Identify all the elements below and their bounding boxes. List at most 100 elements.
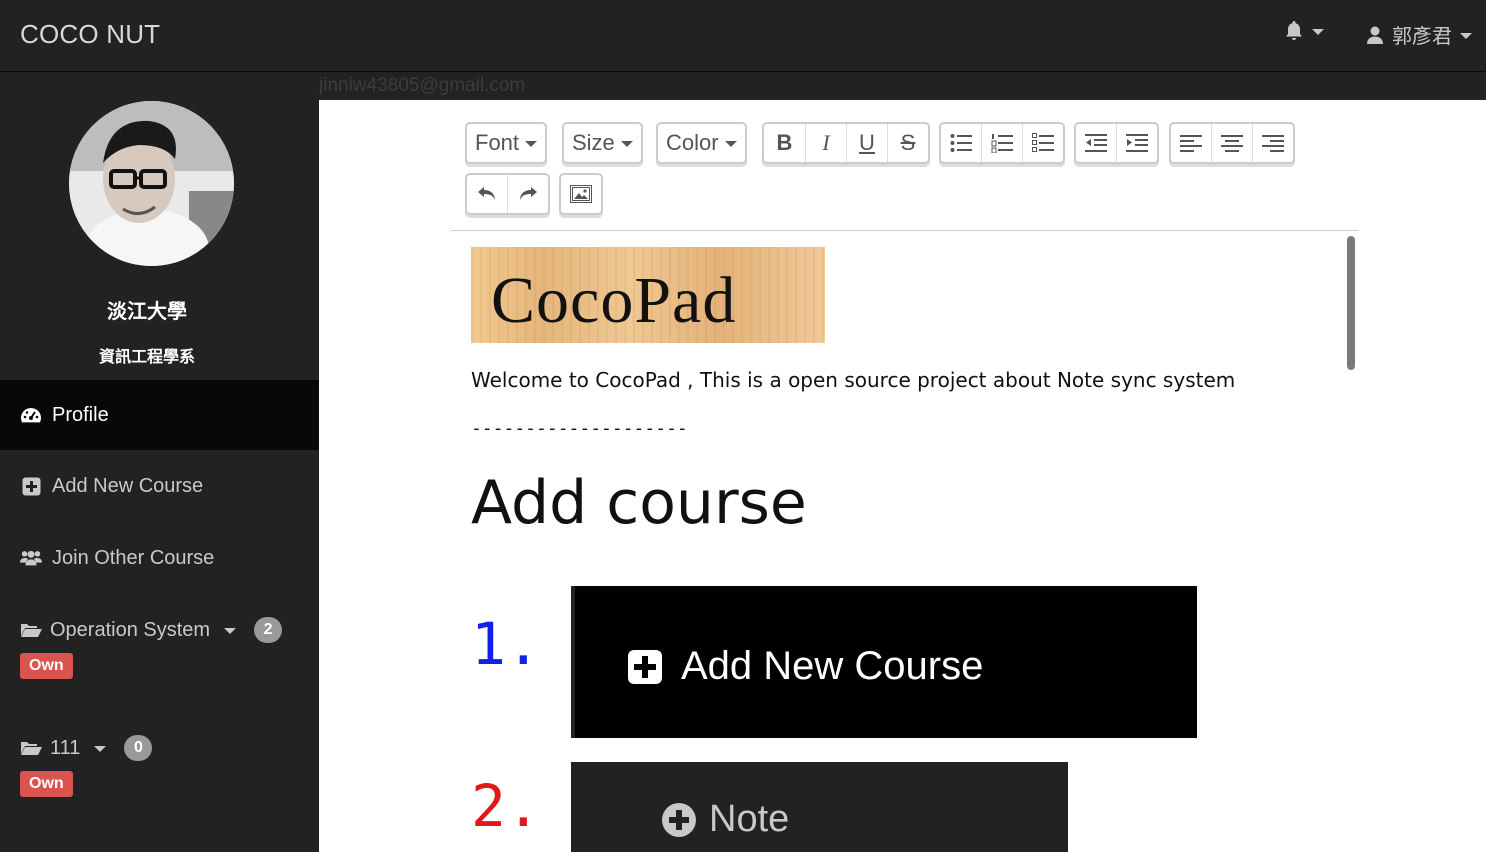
user-icon <box>1367 26 1383 44</box>
bold-button[interactable]: B <box>764 124 806 162</box>
image-icon <box>570 185 592 203</box>
chevron-down-icon <box>620 141 633 147</box>
align-left-button[interactable] <box>1171 124 1212 162</box>
user-name: 郭彥君 <box>1392 26 1452 48</box>
sidebar-item-profile[interactable]: Profile <box>0 380 319 450</box>
own-label: Own <box>20 771 73 797</box>
editor-scrollbar[interactable] <box>1347 236 1355 370</box>
sidebar-item-add-new-course[interactable]: Add New Course <box>0 451 319 521</box>
course-name: Operation System <box>50 618 211 641</box>
bullet-list-button[interactable] <box>941 124 982 162</box>
step-2-number: 2. <box>471 772 541 840</box>
text-style-group: B I U S <box>762 122 930 164</box>
course-111[interactable]: 111 0 Own <box>20 735 153 797</box>
bold-icon: B <box>776 130 793 155</box>
avatar-photo <box>69 101 234 266</box>
align-center-button[interactable] <box>1212 124 1253 162</box>
numbered-list-button[interactable] <box>982 124 1023 162</box>
font-button[interactable]: Font <box>467 124 545 162</box>
plus-square-icon <box>628 649 662 684</box>
sub-header-bar: jinniw43805@gmail.com <box>319 72 1486 100</box>
own-label: Own <box>20 653 73 679</box>
outdent-icon <box>1085 134 1107 152</box>
chevron-down-icon <box>525 141 538 147</box>
insert-image-button[interactable] <box>561 175 601 213</box>
course-count-badge: 0 <box>124 735 153 761</box>
outdent-button[interactable] <box>1076 124 1117 162</box>
chevron-down-icon[interactable] <box>94 746 107 752</box>
redo-button[interactable] <box>508 175 548 213</box>
align-right-icon <box>1262 135 1284 152</box>
avatar[interactable] <box>69 101 234 266</box>
underline-icon: U <box>859 130 875 155</box>
underline-button[interactable]: U <box>847 124 888 162</box>
brand-logo[interactable]: COCO NUT <box>20 19 160 50</box>
top-navbar: COCO NUT 郭彥君 <box>0 0 1486 72</box>
align-right-button[interactable] <box>1253 124 1293 162</box>
step-1-number: 1. <box>471 610 541 678</box>
welcome-text: Welcome to CocoPad , This is a open sour… <box>471 368 1236 392</box>
notifications-dropdown[interactable] <box>1284 20 1324 42</box>
chevron-down-icon <box>724 141 737 147</box>
cocopad-logo-image: CocoPad <box>471 247 825 343</box>
indent-button[interactable] <box>1117 124 1157 162</box>
numbered-list-icon <box>991 134 1013 153</box>
redo-icon <box>520 187 537 200</box>
step-1-label: Add New Course <box>681 644 984 688</box>
editor-divider <box>451 230 1359 231</box>
undo-button[interactable] <box>467 175 508 213</box>
sidebar-item-label: Add New Course <box>52 474 204 497</box>
bell-icon <box>1286 21 1302 40</box>
size-label: Size <box>572 130 615 155</box>
italic-button[interactable]: I <box>806 124 847 162</box>
plus-circle-icon <box>662 802 696 837</box>
indent-group <box>1074 122 1159 164</box>
sidebar-item-join-other-course[interactable]: Join Other Course <box>0 523 319 593</box>
align-group <box>1169 122 1295 164</box>
course-operation-system[interactable]: Operation System 2 Own <box>20 617 283 679</box>
sidebar-item-label: Profile <box>52 403 109 426</box>
size-button[interactable]: Size <box>564 124 641 162</box>
folder-open-icon <box>21 742 42 755</box>
chevron-down-icon[interactable] <box>224 628 237 634</box>
history-group <box>465 173 550 215</box>
sidebar: 淡江大學 資訊工程學系 Profile Add New Course Join … <box>0 73 319 852</box>
divider-dashes: -------------------- <box>471 418 688 439</box>
font-label: Font <box>475 130 520 155</box>
align-left-icon <box>1180 135 1202 152</box>
step-2-screenshot: Note <box>571 762 1068 852</box>
checklist-button[interactable] <box>1023 124 1063 162</box>
department-name: 資訊工程學系 <box>98 349 195 366</box>
color-label: Color <box>666 130 719 155</box>
checklist-icon <box>1032 133 1054 152</box>
main-content: Font Size Color B I U S CocoPad Welcome … <box>319 100 1486 852</box>
user-email: jinniw43805@gmail.com <box>319 75 526 96</box>
add-course-heading: Add course <box>471 468 807 538</box>
size-dropdown[interactable]: Size <box>562 122 643 164</box>
chevron-down-icon <box>1312 29 1324 35</box>
step-1-screenshot: Add New Course <box>571 586 1197 738</box>
italic-icon: I <box>822 130 830 155</box>
font-dropdown[interactable]: Font <box>465 122 548 164</box>
color-dropdown[interactable]: Color <box>656 122 747 164</box>
sidebar-item-label: Join Other Course <box>52 546 215 569</box>
strikethrough-button[interactable]: S <box>888 124 928 162</box>
color-button[interactable]: Color <box>658 124 745 162</box>
chevron-down-icon <box>1460 32 1472 39</box>
strikethrough-icon: S <box>900 130 916 155</box>
list-group <box>939 122 1065 164</box>
folder-open-icon <box>21 624 42 637</box>
align-center-icon <box>1221 135 1243 152</box>
dashboard-icon <box>20 404 42 426</box>
bullet-list-icon <box>950 134 972 152</box>
indent-icon <box>1126 134 1148 152</box>
image-group <box>559 173 603 215</box>
course-name: 111 <box>50 736 81 759</box>
course-count-badge: 2 <box>254 617 283 643</box>
undo-icon <box>478 187 495 200</box>
step-2-label: Note <box>709 798 790 840</box>
user-menu-dropdown[interactable]: 郭彥君 <box>1366 20 1472 49</box>
users-icon <box>20 547 42 569</box>
cocopad-logo-text: CocoPad <box>491 264 737 337</box>
plus-square-icon <box>20 475 42 497</box>
